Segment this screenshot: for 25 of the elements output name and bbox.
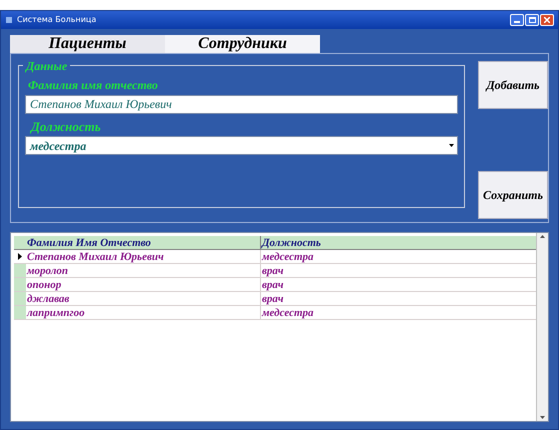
- maximize-button[interactable]: [525, 14, 539, 26]
- minimize-button[interactable]: [510, 14, 524, 26]
- table-cell-text: опонор: [26, 278, 62, 291]
- scrollbar[interactable]: [536, 233, 548, 421]
- tab[interactable]: Сотрудники: [165, 35, 320, 53]
- dropdown-arrow-icon: [449, 144, 454, 147]
- close-button[interactable]: [540, 14, 554, 26]
- app-icon: [5, 16, 13, 24]
- current-row-icon: [18, 253, 22, 260]
- action-button[interactable]: Добавить: [478, 61, 548, 109]
- scroll-up-icon[interactable]: [540, 235, 545, 238]
- table-cell-text: лапримпгоо: [26, 306, 86, 319]
- table-cell-text: Степанов Михаил Юрьевич: [26, 250, 165, 263]
- tab[interactable]: Пациенты: [10, 35, 165, 53]
- column-header[interactable]: Фамилия Имя Отчество: [26, 236, 260, 249]
- position-dropdown[interactable]: медсестра: [25, 136, 458, 155]
- scroll-down-icon[interactable]: [540, 416, 545, 419]
- action-button[interactable]: Сохранить: [478, 171, 548, 219]
- close-icon: [544, 17, 550, 23]
- table-cell-text: джлавав: [26, 292, 70, 305]
- field-label: Фамилия имя отчество: [28, 78, 159, 92]
- window-title: Система Больница: [17, 14, 98, 26]
- field-label: Должность: [31, 120, 102, 134]
- table-cell-text: моролоп: [26, 264, 70, 277]
- name-field[interactable]: Степанов Михаил Юрьевич: [25, 95, 458, 114]
